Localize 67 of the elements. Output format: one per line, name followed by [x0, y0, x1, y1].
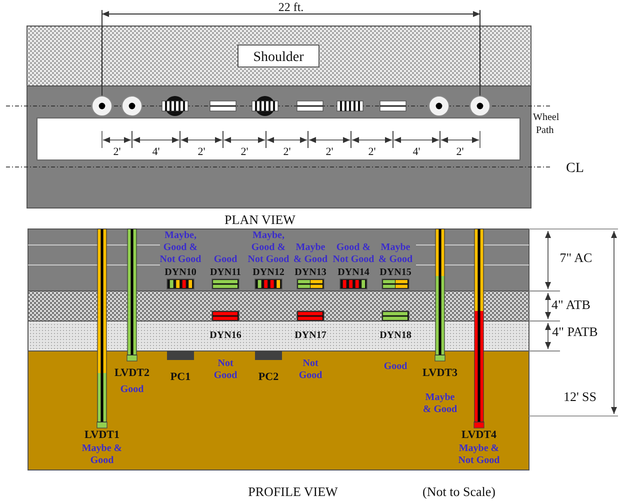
centerline-label: CL [566, 161, 584, 176]
lvdt-label: LVDT4 [461, 429, 497, 441]
scale-note: (Not to Scale) [422, 484, 496, 499]
lvdt-icon [428, 96, 450, 116]
gauge-label: DYN14 [338, 267, 370, 278]
lvdt-status: Maybe & Good [82, 443, 122, 466]
gauge-label: DYN18 [380, 330, 412, 341]
spacing-dimension [266, 130, 308, 148]
bar-gauge-icon [336, 100, 364, 112]
spacing-label: 4' [152, 146, 160, 158]
gauge-status: Not Good [214, 358, 238, 381]
lvdt-status: Maybe & Not Good [458, 443, 500, 466]
dimension-label: 22 ft. [278, 0, 304, 14]
pressure-cell-label: PC1 [170, 371, 191, 383]
spacing-label: 2' [456, 146, 464, 158]
gauge-label: DYN10 [164, 267, 196, 278]
spacing-dimension [350, 130, 394, 148]
gauge-status: Maybe, Good & Not Good [160, 230, 202, 265]
round-gauge-icon [252, 96, 278, 116]
plan-view-title: PLAN VIEW [224, 212, 296, 227]
spacing-label: 2' [198, 146, 206, 158]
pressure-cell [255, 351, 282, 360]
gauge-label: DYN15 [380, 267, 412, 278]
layer-label: 12' SS [563, 389, 597, 404]
line-gauge-icon [210, 100, 236, 112]
spacing-dimension [180, 130, 224, 148]
layer-label: 4" PATB [552, 324, 598, 339]
gauge-status: Maybe & Good [293, 242, 328, 265]
spacing-dimension [440, 130, 480, 148]
spacing-label: 2' [113, 146, 121, 158]
lvdt-label: LVDT3 [422, 367, 458, 379]
spacing-dimension [308, 130, 352, 148]
layer-label: 4" ATB [552, 297, 590, 312]
spacing-label: 2' [368, 146, 376, 158]
spacing-label: 2' [326, 146, 334, 158]
shoulder-text: Shoulder [253, 50, 304, 65]
lvdt-icon [122, 96, 142, 116]
lvdt-label: LVDT2 [114, 367, 150, 379]
gauge-status: Maybe & Good [378, 242, 413, 265]
wheel-path-label: Wheel Path [533, 112, 560, 136]
spacing-dimension [392, 130, 440, 148]
gauge-status: Good [384, 361, 408, 372]
gauge-label: DYN17 [294, 330, 326, 341]
gauge-status: Not Good [298, 358, 322, 381]
gauge-status: Good [214, 254, 238, 265]
spacing-label: 2' [240, 146, 248, 158]
gauge-status: Maybe, Good & Not Good [248, 230, 290, 265]
layer-label: 7" AC [560, 250, 592, 265]
line-gauge-icon [380, 100, 406, 112]
lvdt-icon [92, 96, 112, 116]
spacing-dimension [222, 130, 266, 148]
gauge-status: Good & Not Good [332, 242, 374, 265]
gauge-label: DYN12 [252, 267, 284, 278]
gauge-label: DYN16 [210, 330, 242, 341]
pressure-cell-label: PC2 [258, 371, 279, 383]
round-gauge-icon [162, 96, 188, 116]
gauge-label: DYN13 [294, 267, 326, 278]
spacing-label: 2' [283, 146, 291, 158]
lvdt-icon [470, 96, 490, 116]
pressure-cell [167, 351, 194, 360]
gauge-label: DYN11 [210, 267, 242, 278]
lvdt-status: Maybe & Good [422, 392, 458, 415]
profile-view-title: PROFILE VIEW [248, 484, 338, 499]
lvdt-label: LVDT1 [84, 429, 120, 441]
spacing-label: 4' [412, 146, 420, 158]
lvdt-status: Good [120, 384, 144, 395]
line-gauge-icon [296, 100, 324, 112]
